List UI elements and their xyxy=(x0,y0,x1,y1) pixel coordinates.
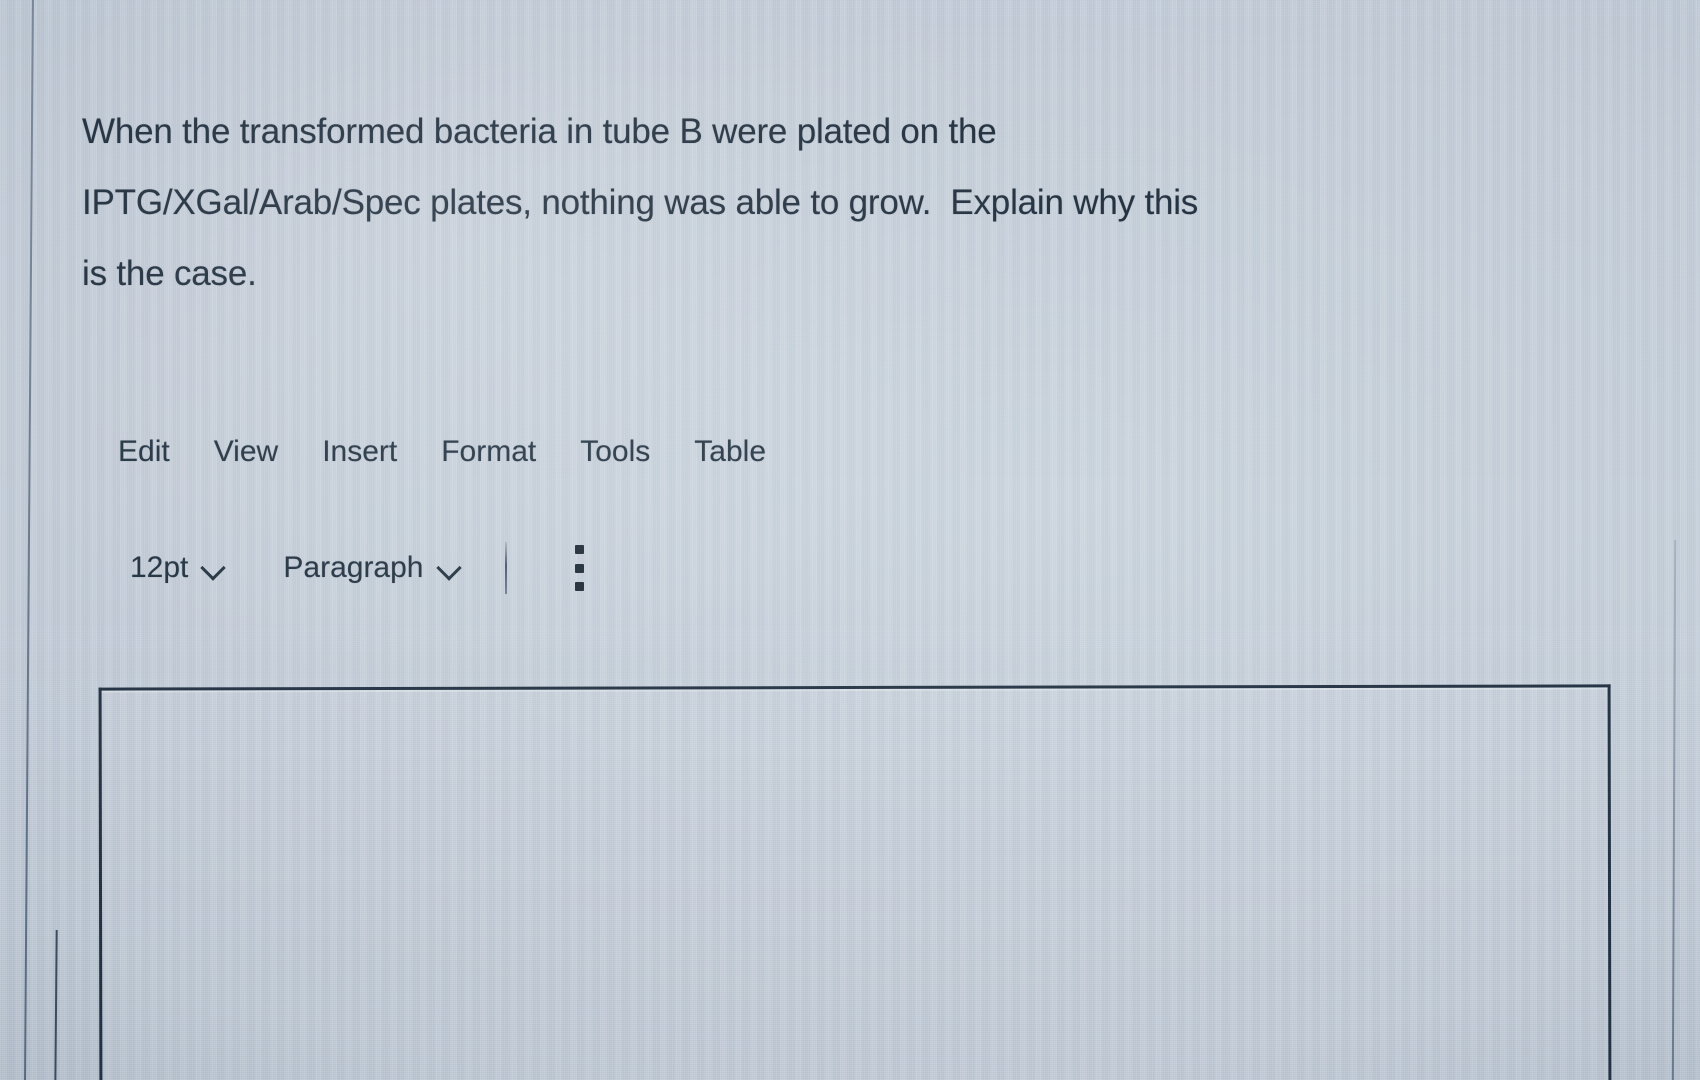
toolbar-divider xyxy=(504,542,507,594)
question-text: When the transformed bacteria in tube B … xyxy=(82,96,1512,309)
question-line-1: When the transformed bacteria in tube B … xyxy=(82,112,997,151)
menu-item-tools[interactable]: Tools xyxy=(580,435,650,469)
menu-item-format[interactable]: Format xyxy=(441,435,536,469)
block-format-value: Paragraph xyxy=(283,551,424,584)
photographed-screen: When the transformed bacteria in tube B … xyxy=(0,0,1700,1080)
page-content: When the transformed bacteria in tube B … xyxy=(0,0,1700,1080)
menu-item-insert[interactable]: Insert xyxy=(322,435,397,469)
question-line-3: is the case. xyxy=(82,254,257,293)
kebab-dot xyxy=(575,563,584,573)
editor-menubar: Edit View Insert Format Tools Table xyxy=(118,435,766,469)
page-right-border xyxy=(1671,539,1677,1080)
block-format-select[interactable]: Paragraph xyxy=(283,551,462,585)
kebab-dot xyxy=(575,545,584,554)
page-left-border xyxy=(23,0,34,1080)
chevron-down-icon xyxy=(201,555,227,581)
chevron-down-icon xyxy=(437,555,463,581)
answer-textarea[interactable] xyxy=(98,684,1612,1080)
menu-item-edit[interactable]: Edit xyxy=(118,435,170,469)
menu-item-table[interactable]: Table xyxy=(694,435,766,469)
font-size-value: 12pt xyxy=(130,551,189,584)
kebab-menu-icon[interactable] xyxy=(575,545,585,591)
page-left-border-lower xyxy=(54,929,58,1080)
menu-item-view[interactable]: View xyxy=(214,435,278,469)
font-size-select[interactable]: 12pt xyxy=(130,551,227,585)
question-line-2: IPTG/XGal/Arab/Spec plates, nothing was … xyxy=(82,183,1199,222)
kebab-dot xyxy=(575,582,584,591)
editor-toolbar: 12pt Paragraph xyxy=(130,542,585,594)
